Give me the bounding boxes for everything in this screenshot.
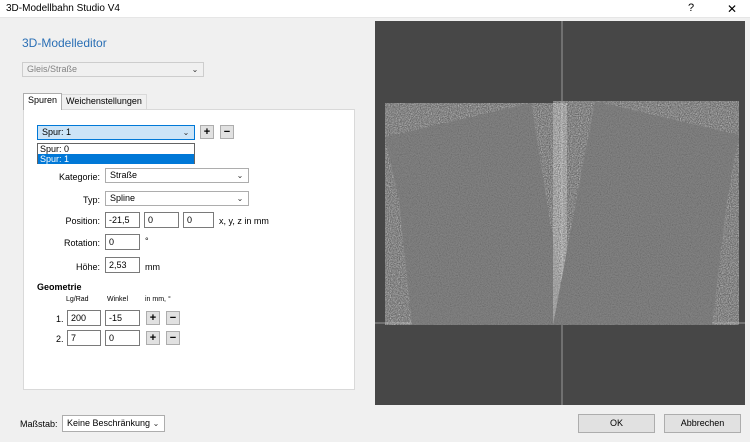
column-header-units: in mm, °	[145, 296, 171, 303]
hoehe-unit: mm	[145, 262, 160, 272]
column-header-angle: Winkel	[107, 296, 129, 303]
lane-select[interactable]: Spur: 1 ⌄	[37, 125, 195, 140]
scale-select[interactable]: Keine Beschränkung ⌄	[62, 415, 165, 432]
typ-label: Typ:	[82, 195, 100, 205]
remove-lane-button[interactable]: −	[220, 125, 234, 139]
geometry-length-input[interactable]: 200	[67, 310, 101, 326]
column-header-length: Lg/Rad	[66, 296, 89, 303]
hoehe-input[interactable]: 2,53	[105, 257, 140, 273]
road-segment-left	[385, 103, 567, 325]
position-x-input[interactable]: -21,5	[105, 212, 140, 228]
chevron-down-icon: ⌄	[182, 128, 190, 137]
chevron-down-icon: ⌄	[191, 65, 199, 74]
remove-segment-button[interactable]: −	[166, 331, 180, 345]
window-title: 3D-Modellbahn Studio V4	[6, 3, 120, 14]
3d-viewport[interactable]	[375, 21, 745, 405]
chevron-down-icon: ⌄	[236, 171, 244, 180]
category-select-value: Gleis/Straße	[27, 64, 78, 74]
position-label: Position:	[65, 216, 100, 226]
title-bar: 3D-Modellbahn Studio V4 ? ✕	[0, 0, 750, 18]
chevron-down-icon: ⌄	[236, 194, 244, 203]
road-segment-right	[553, 101, 739, 325]
chevron-down-icon: ⌄	[152, 419, 160, 428]
kategorie-select-value: Straße	[110, 170, 138, 180]
geometry-length-input[interactable]: 7	[67, 330, 101, 346]
geometry-angle-input[interactable]: 0	[105, 330, 140, 346]
add-lane-button[interactable]: +	[200, 125, 214, 139]
help-button[interactable]: ?	[688, 2, 694, 14]
geometry-angle-input[interactable]: -15	[105, 310, 140, 326]
lane-dropdown-list: Spur: 0 Spur: 1	[37, 143, 195, 164]
geometry-row-index: 2.	[56, 334, 64, 344]
kategorie-select[interactable]: Straße ⌄	[105, 168, 249, 183]
remove-segment-button[interactable]: −	[166, 311, 180, 325]
typ-select[interactable]: Spline ⌄	[105, 191, 249, 206]
typ-select-value: Spline	[110, 193, 136, 203]
close-button[interactable]: ✕	[720, 1, 744, 17]
geometry-row-index: 1.	[56, 314, 64, 324]
lane-option-selected[interactable]: Spur: 1	[38, 154, 194, 164]
rotation-label: Rotation:	[63, 238, 100, 248]
scale-label: Maßstab:	[20, 419, 58, 429]
tab-weichenstellungen[interactable]: Weichenstellungen	[61, 94, 147, 109]
position-z-input[interactable]: 0	[183, 212, 214, 228]
viewport-canvas[interactable]	[375, 21, 745, 405]
lane-select-value: Spur: 1	[42, 127, 72, 137]
cancel-button[interactable]: Abbrechen	[664, 414, 741, 433]
category-select[interactable]: Gleis/Straße ⌄	[22, 62, 204, 77]
geometrie-heading: Geometrie	[37, 282, 82, 292]
editor-title: 3D-Modelleditor	[22, 36, 107, 50]
rotation-input[interactable]: 0	[105, 234, 140, 250]
scale-select-value: Keine Beschränkung	[67, 418, 151, 428]
lane-option[interactable]: Spur: 0	[38, 144, 194, 154]
tab-spuren[interactable]: Spuren	[23, 93, 63, 110]
kategorie-label: Kategorie:	[58, 172, 100, 182]
hoehe-label: Höhe:	[75, 262, 100, 272]
add-segment-button[interactable]: +	[146, 331, 160, 345]
position-y-input[interactable]: 0	[144, 212, 179, 228]
position-unit: x, y, z in mm	[219, 216, 269, 226]
add-segment-button[interactable]: +	[146, 311, 160, 325]
rotation-unit: °	[145, 236, 149, 246]
ok-button[interactable]: OK	[578, 414, 655, 433]
